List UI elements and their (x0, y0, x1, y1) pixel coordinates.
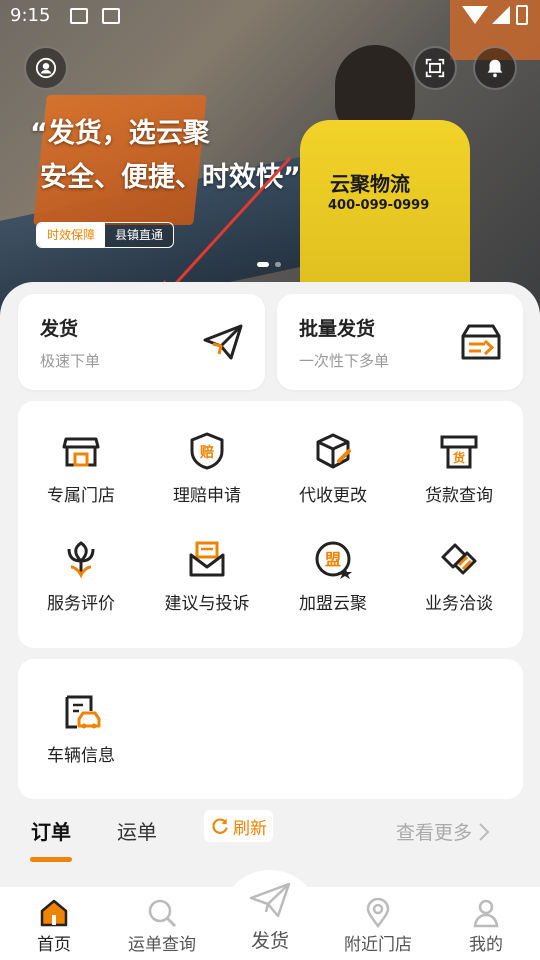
handshake-icon (441, 543, 477, 575)
package-edit-icon (316, 433, 351, 469)
claim-shield-icon: 赔 (190, 432, 224, 470)
location-pin-icon (366, 898, 390, 928)
flower-rating-icon (67, 541, 95, 579)
hero-tags: 时效保障 县镇直通 (36, 222, 175, 248)
service-cod-change[interactable]: 代收更改 (270, 431, 396, 506)
battery-icon (516, 5, 528, 25)
nav-ship[interactable]: 发货 (220, 880, 320, 953)
wifi-icon (462, 6, 488, 24)
text-notification-icon (102, 8, 120, 24)
ship-title: 发货 (40, 318, 79, 340)
service-store[interactable]: 专属门店 (18, 431, 144, 506)
search-icon (148, 899, 177, 928)
scan-icon (425, 58, 445, 78)
notification-button[interactable] (473, 46, 517, 90)
user-icon (473, 899, 499, 928)
refresh-label: 刷新 (233, 818, 267, 839)
nav-nearby-stores[interactable]: 附近门店 (324, 898, 432, 955)
tab-waybills[interactable]: 运单 (117, 816, 157, 845)
status-time: 9:15 (10, 5, 51, 26)
ship-subtitle: 极速下单 (40, 352, 101, 370)
mail-feedback-icon (189, 541, 225, 577)
tag-secondary: 县镇直通 (105, 223, 174, 247)
ship-card[interactable]: 发货 极速下单 (18, 294, 265, 390)
service-payment-query[interactable]: 货 货款查询 (396, 431, 522, 506)
image-notification-icon (70, 8, 88, 24)
bulk-ship-card[interactable]: 批量发货 一次性下多单 (277, 294, 523, 390)
view-more-link[interactable]: 查看更多 (396, 818, 490, 845)
nav-waybill-search[interactable]: 运单查询 (108, 898, 216, 955)
refresh-icon (212, 818, 228, 834)
order-tabs: 订单 运单 刷新 查看更多 (0, 800, 540, 870)
status-bar: 9:15 (0, 0, 540, 32)
bell-icon (487, 59, 503, 78)
service-feedback[interactable]: 建议与投诉 (144, 539, 270, 614)
service-business[interactable]: 业务洽谈 (396, 539, 522, 614)
vest-phone: 400-099-0999 (328, 198, 430, 213)
payment-receipt-icon: 货 (440, 435, 478, 469)
svg-text:货: 货 (453, 450, 465, 465)
vehicle-clipboard-icon (65, 695, 101, 729)
svg-text:盟: 盟 (325, 550, 341, 569)
tab-orders[interactable]: 订单 (31, 816, 71, 845)
bulk-subtitle: 一次性下多单 (299, 352, 390, 370)
paper-plane-icon (203, 324, 243, 360)
join-badge-icon: 盟 (315, 541, 352, 579)
bulk-title: 批量发货 (299, 318, 376, 340)
vest-brand: 云聚物流 (330, 172, 410, 196)
service-claim[interactable]: 赔 理赔申请 (144, 431, 270, 506)
carousel-dot[interactable] (275, 262, 281, 267)
user-avatar-icon (35, 57, 57, 79)
service-franchise[interactable]: 盟 加盟云聚 (270, 539, 396, 614)
tab-active-indicator (30, 857, 72, 862)
carousel-dot-active[interactable] (257, 262, 269, 267)
nav-profile[interactable]: 我的 (432, 898, 540, 955)
hero-banner[interactable]: 云聚物流 400-099-0999 “发货，选云聚 安全、便捷、时效快” 时效保… (0, 0, 540, 320)
service-rating[interactable]: 服务评价 (18, 539, 144, 614)
store-icon (62, 437, 100, 467)
chevron-right-icon (479, 822, 490, 841)
refresh-button[interactable]: 刷新 (204, 810, 273, 842)
box-arrow-icon (461, 324, 501, 360)
scan-button[interactable] (413, 46, 457, 90)
paper-plane-icon (249, 882, 291, 918)
hero-slogan: “发货，选云聚 安全、便捷、时效快” (30, 118, 301, 193)
view-more-label: 查看更多 (396, 822, 473, 844)
nav-home[interactable]: 首页 (0, 898, 108, 955)
carousel-dots (257, 262, 281, 267)
profile-button[interactable] (24, 46, 68, 90)
vehicle-info[interactable]: 车辆信息 (18, 691, 144, 766)
services-card: 专属门店 赔 理赔申请 代收更改 货 货款查询 服务评价 建议与投诉 盟 加盟云… (18, 401, 523, 648)
svg-text:赔: 赔 (199, 444, 214, 461)
home-icon (40, 899, 68, 927)
vehicle-card: 车辆信息 (18, 659, 523, 799)
signal-icon (492, 6, 510, 24)
tag-primary: 时效保障 (37, 223, 106, 247)
